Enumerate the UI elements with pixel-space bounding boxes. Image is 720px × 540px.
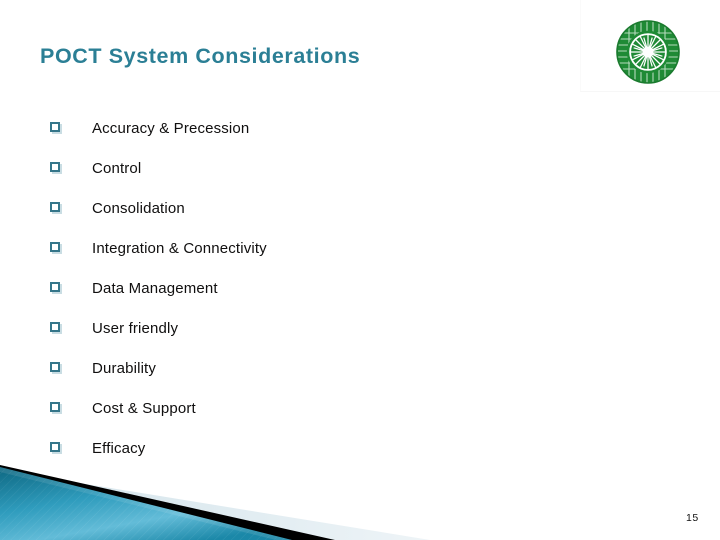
list-item[interactable]: Data Management xyxy=(48,268,648,308)
page-number: 15 xyxy=(686,512,699,524)
list-item[interactable]: Durability xyxy=(48,348,648,388)
hollow-square-bullet-icon xyxy=(48,161,92,175)
list-item[interactable]: Cost & Support xyxy=(48,388,648,428)
hollow-square-bullet-icon xyxy=(48,201,92,215)
list-item[interactable]: User friendly xyxy=(48,308,648,348)
green-circular-emblem-logo xyxy=(615,19,681,85)
list-item-label: Durability xyxy=(92,359,157,377)
list-item-label: Control xyxy=(92,159,142,177)
list-item-label: Data Management xyxy=(92,279,218,297)
list-item-label: Accuracy & Precession xyxy=(92,119,250,137)
hollow-square-bullet-icon xyxy=(48,441,92,455)
list-item-label: Consolidation xyxy=(92,199,185,217)
hollow-square-bullet-icon xyxy=(48,361,92,375)
bullet-list: Accuracy & Precession Control Consolidat… xyxy=(48,108,648,468)
hollow-square-bullet-icon xyxy=(48,241,92,255)
list-item[interactable]: Control xyxy=(48,148,648,188)
list-item-label: Efficacy xyxy=(92,439,146,457)
list-item[interactable]: Accuracy & Precession xyxy=(48,108,648,148)
hollow-square-bullet-icon xyxy=(48,321,92,335)
list-item-label: Integration & Connectivity xyxy=(92,239,267,257)
list-item[interactable]: Consolidation xyxy=(48,188,648,228)
list-item[interactable]: Efficacy xyxy=(48,428,648,468)
hollow-square-bullet-icon xyxy=(48,401,92,415)
list-item-label: User friendly xyxy=(92,319,179,337)
hollow-square-bullet-icon xyxy=(48,281,92,295)
list-item-label: Cost & Support xyxy=(92,399,196,417)
presentation-slide: POCT System Considerations Accuracy & Pr… xyxy=(0,0,720,540)
page-title: POCT System Considerations xyxy=(40,44,361,68)
list-item[interactable]: Integration & Connectivity xyxy=(48,228,648,268)
hollow-square-bullet-icon xyxy=(48,121,92,135)
